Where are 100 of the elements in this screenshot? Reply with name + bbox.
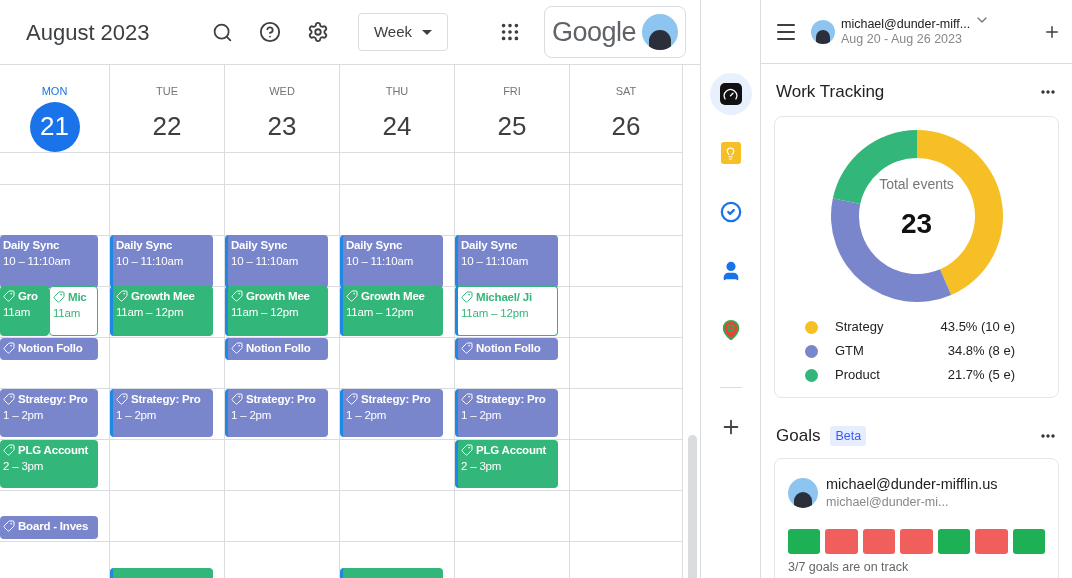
day-number[interactable]: 24 (372, 101, 422, 152)
event-card[interactable]: Daily Sync 10 – 11:10am (110, 234, 213, 288)
avatar (811, 19, 835, 44)
rail-button[interactable] (709, 73, 752, 115)
event-title: Strategy: Pro (476, 391, 546, 407)
tag-icon (231, 392, 243, 405)
checkmark-icon (719, 201, 742, 223)
day-name: SAT (615, 84, 637, 99)
legend-value: 43.5% (10 e) (939, 318, 1015, 337)
total-count: 23 (900, 206, 933, 241)
event-card[interactable]: Strategy: Pro 1 – 2pm (0, 388, 98, 437)
section-title: Work Tracking (776, 81, 885, 104)
event-card[interactable]: Daily Sync 10 – 11:10am (0, 234, 98, 288)
event-title: PLG Account (476, 442, 547, 458)
event-title: Michael/ Ji (476, 289, 532, 305)
help-icon (259, 21, 281, 43)
legend-value: 34.8% (8 e) (946, 342, 1015, 361)
avatar (642, 14, 678, 50)
tag-icon (461, 290, 473, 303)
day-name: TUE (156, 84, 178, 99)
event-card[interactable]: Daily Sync 10 – 11:10am (225, 234, 328, 288)
tag-icon (461, 341, 473, 354)
event-card[interactable]: Mic 11am (49, 285, 98, 336)
view-dropdown[interactable]: Week (358, 13, 448, 51)
lightbulb-icon (720, 142, 741, 164)
event-time: 1 – 2pm (346, 407, 388, 423)
event-time: 11am – 12pm (231, 304, 300, 320)
event-time: 11am – 12pm (116, 304, 185, 320)
day-number[interactable]: 21 (29, 101, 80, 152)
event-card[interactable]: Michael/ Ji 11am – 12pm (455, 285, 558, 336)
event-card[interactable]: Growth Mee 11am – 12pm (110, 285, 213, 336)
event-card[interactable]: Growth Mee 11am – 12pm (340, 285, 443, 336)
event-title: Notion Follo (246, 340, 311, 356)
scrollbar-thumb[interactable] (688, 435, 697, 578)
tag-icon (346, 289, 358, 302)
month-title: August 2023 (26, 18, 150, 47)
account-email: michael@dunder-miff... (841, 16, 971, 32)
tag-icon (3, 519, 15, 532)
day-name: MON (41, 84, 68, 99)
event-card[interactable]: Notion Follo (0, 337, 98, 360)
day-number[interactable]: 22 (142, 101, 192, 152)
grid-icon (499, 21, 521, 43)
avatar (788, 478, 818, 508)
event-time: 10 – 11:10am (116, 253, 185, 269)
event-card[interactable]: Strategy: Pro 1 – 2pm (110, 388, 213, 437)
goal-owner-name: michael@dunder-mifflin.us (826, 475, 998, 493)
day-name: WED (269, 84, 295, 99)
event-time: 1 – 2pm (3, 407, 45, 423)
event-title: Gro (18, 288, 38, 304)
event-title: Growth Mee (361, 288, 425, 304)
tag-icon (346, 392, 358, 405)
event-card[interactable]: Strategy: Pro 1 – 2pm (340, 388, 443, 437)
event-title: Growth Mee (131, 288, 195, 304)
caret-icon (422, 29, 433, 35)
gauge-icon (719, 83, 742, 105)
legend-label: Strategy (835, 318, 885, 337)
tag-icon (461, 392, 473, 405)
event-title: Strategy: Pro (361, 391, 431, 407)
settings-icon (307, 21, 329, 43)
event-time: 1 – 2pm (231, 407, 273, 423)
event-title: Notion Follo (18, 340, 83, 356)
event-card[interactable]: Strategy: Pro 1 – 2pm (225, 388, 328, 437)
tag-icon (461, 443, 473, 456)
tag-icon (116, 289, 128, 302)
event-time: 2 – 3pm (3, 458, 45, 474)
more-icon (1041, 90, 1055, 94)
event-card[interactable]: Growth Mee 11am – 12pm (225, 285, 328, 336)
event-time: 11am – 12pm (346, 304, 415, 320)
more-icon (1041, 434, 1055, 438)
event-title: Daily Sync (3, 237, 60, 253)
day-number[interactable]: 25 (487, 101, 537, 152)
event-title: Daily Sync (231, 237, 288, 253)
tag-icon (53, 290, 65, 303)
day-number[interactable]: 26 (601, 101, 651, 152)
account-button[interactable]: Google (544, 6, 686, 58)
event-title: Daily Sync (346, 237, 403, 253)
event-card[interactable]: Notion Follo (225, 337, 328, 360)
event-card[interactable]: Board - Inves (0, 515, 98, 539)
event-card[interactable]: Strategy: Pro 1 – 2pm (455, 388, 558, 437)
event-time: 11am (3, 304, 32, 320)
event-title: Strategy: Pro (246, 391, 316, 407)
event-time: 11am – 12pm (461, 305, 530, 321)
legend-label: Product (835, 366, 881, 385)
tag-icon (116, 392, 128, 405)
event-title: Strategy: Pro (18, 391, 88, 407)
event-title: PLG Account (18, 442, 89, 458)
event-card[interactable]: PLG Account 2 – 3pm (0, 439, 98, 488)
event-title: Strategy: Pro (131, 391, 201, 407)
day-name: FRI (503, 84, 521, 99)
event-card[interactable]: Gro 11am (0, 285, 49, 336)
goals-summary: 3/7 goals are on track (788, 559, 910, 576)
tag-icon (231, 341, 243, 354)
event-card[interactable]: Notion Follo (455, 337, 558, 360)
event-card[interactable]: PLG Account 2 – 3pm (455, 439, 558, 488)
event-title: Mic (68, 289, 87, 305)
event-card[interactable]: Daily Sync 10 – 11:10am (340, 234, 443, 288)
event-card[interactable]: Daily Sync 10 – 11:10am (455, 234, 558, 288)
beta-badge: Beta (830, 425, 867, 447)
day-number[interactable]: 23 (257, 101, 307, 152)
event-title: Growth Mee (246, 288, 310, 304)
